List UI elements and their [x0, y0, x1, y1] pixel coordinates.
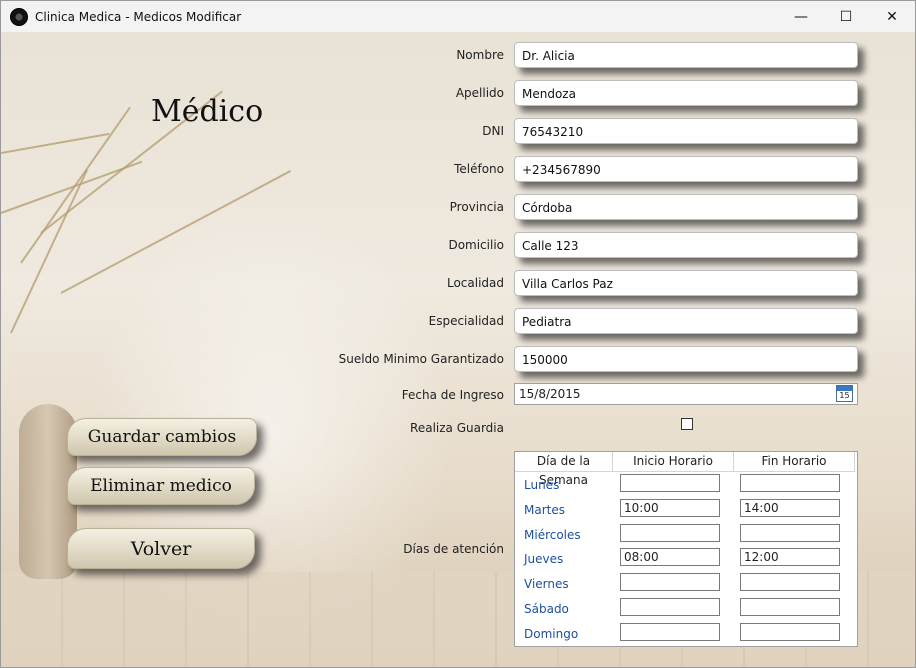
day-label: Lunes	[524, 478, 560, 492]
fin-input[interactable]: 12:00	[740, 548, 840, 566]
nombre-field[interactable]: Dr. Alicia	[514, 42, 858, 68]
window-title: Clinica Medica - Medicos Modificar	[35, 9, 242, 24]
calendar-icon[interactable]: 15	[836, 385, 853, 402]
telefono-label: Teléfono	[454, 162, 504, 176]
especialidad-label: Especialidad	[428, 314, 504, 328]
page-title: Médico	[151, 94, 264, 129]
sueldo-label: Sueldo Minimo Garantizado	[338, 352, 504, 366]
column-header-fin[interactable]: Fin Horario	[734, 452, 855, 471]
maximize-button[interactable]: ☐	[823, 1, 869, 32]
table-row: Sábado	[515, 598, 855, 620]
dni-field[interactable]: 76543210	[514, 118, 858, 144]
localidad-field[interactable]: Villa Carlos Paz	[514, 270, 858, 296]
apellido-label: Apellido	[455, 86, 504, 100]
fin-input[interactable]	[740, 623, 840, 641]
table-row: Jueves 08:00 12:00	[515, 548, 855, 570]
fin-input[interactable]	[740, 573, 840, 591]
guardia-label: Realiza Guardia	[410, 421, 504, 435]
provincia-field[interactable]: Córdoba	[514, 194, 858, 220]
table-row: Miércoles	[515, 524, 855, 546]
fecha-ingreso-picker[interactable]: 15/8/2015 15	[514, 383, 858, 405]
inicio-input[interactable]	[620, 474, 720, 492]
table-row: Viernes	[515, 573, 855, 595]
day-label: Miércoles	[524, 528, 581, 542]
table-row: Lunes	[515, 474, 855, 496]
column-header-dia[interactable]: Día de la Semana	[515, 452, 613, 487]
dias-atencion-label: Días de atención	[403, 542, 504, 556]
fin-input[interactable]	[740, 524, 840, 542]
day-label: Martes	[524, 503, 565, 517]
day-label: Domingo	[524, 627, 579, 641]
inicio-input[interactable]	[620, 524, 720, 542]
inicio-input[interactable]	[620, 598, 720, 616]
volver-button[interactable]: Volver	[67, 528, 255, 569]
domicilio-label: Domicilio	[448, 238, 504, 252]
day-label: Viernes	[524, 577, 569, 591]
telefono-field[interactable]: +234567890	[514, 156, 858, 182]
table-row: Martes 10:00 14:00	[515, 499, 855, 521]
fecha-ingreso-value: 15/8/2015	[519, 387, 581, 401]
fin-input[interactable]: 14:00	[740, 499, 840, 517]
dni-label: DNI	[482, 124, 504, 138]
guardar-cambios-button[interactable]: Guardar cambios	[67, 418, 257, 456]
provincia-label: Provincia	[449, 200, 504, 214]
day-label: Jueves	[524, 552, 564, 566]
minimize-button[interactable]: —	[778, 1, 824, 32]
eliminar-medico-button[interactable]: Eliminar medico	[67, 467, 255, 505]
guardia-checkbox[interactable]	[681, 418, 693, 430]
horario-grid[interactable]: Día de la Semana Inicio Horario Fin Hora…	[514, 451, 858, 647]
domicilio-field[interactable]: Calle 123	[514, 232, 858, 258]
fin-input[interactable]	[740, 598, 840, 616]
table-row: Domingo	[515, 623, 855, 645]
especialidad-field[interactable]: Pediatra	[514, 308, 858, 334]
day-label: Sábado	[524, 602, 569, 616]
localidad-label: Localidad	[446, 276, 504, 290]
title-bar: Clinica Medica - Medicos Modificar — ☐ ✕	[1, 1, 915, 32]
app-window: Clinica Medica - Medicos Modificar — ☐ ✕…	[0, 0, 916, 668]
nombre-label: Nombre	[456, 48, 504, 62]
sueldo-field[interactable]: 150000	[514, 346, 858, 372]
calendar-day: 15	[839, 391, 850, 400]
inicio-input[interactable]: 10:00	[620, 499, 720, 517]
close-button[interactable]: ✕	[869, 1, 915, 32]
column-header-inicio[interactable]: Inicio Horario	[613, 452, 734, 471]
inicio-input[interactable]: 08:00	[620, 548, 720, 566]
fecha-ingreso-label: Fecha de Ingreso	[401, 388, 504, 402]
app-logo-icon	[10, 7, 28, 26]
fin-input[interactable]	[740, 474, 840, 492]
inicio-input[interactable]	[620, 623, 720, 641]
form-area: Médico Nombre Apellido DNI Teléfono Prov…	[1, 32, 915, 667]
apellido-field[interactable]: Mendoza	[514, 80, 858, 106]
grid-header: Día de la Semana Inicio Horario Fin Hora…	[515, 452, 855, 487]
inicio-input[interactable]	[620, 573, 720, 591]
